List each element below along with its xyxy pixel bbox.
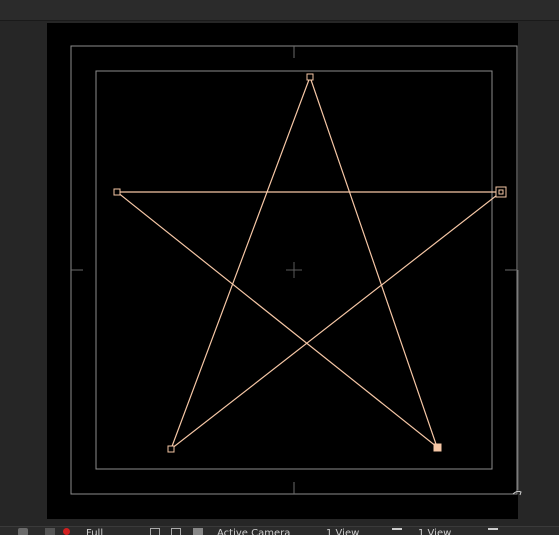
snapshot-icon[interactable] xyxy=(18,528,28,535)
vertex-handle-right[interactable] xyxy=(495,186,507,198)
vertex-handle-bottom-right[interactable] xyxy=(433,443,442,452)
grid-icon[interactable] xyxy=(171,528,181,535)
color-dot-icon[interactable] xyxy=(63,528,70,535)
viewer-overlay xyxy=(70,45,522,496)
views-dropdown-2[interactable]: 1 View xyxy=(418,527,451,535)
vertex-handle-bottom-left[interactable] xyxy=(167,445,175,453)
magnification-dropdown[interactable]: Full xyxy=(86,527,103,535)
star-path[interactable] xyxy=(115,76,503,451)
active-camera-dropdown[interactable]: Active Camera xyxy=(217,527,290,535)
center-crosshair-icon xyxy=(286,262,302,278)
vertex-handle-top[interactable] xyxy=(306,73,314,81)
views-dropdown[interactable]: 1 View xyxy=(326,527,359,535)
vertex-handle-left[interactable] xyxy=(113,188,121,196)
views-arrows-icon[interactable] xyxy=(392,528,402,535)
transparency-icon[interactable] xyxy=(193,528,203,535)
camera-icon[interactable] xyxy=(45,528,55,535)
views-arrows-icon[interactable] xyxy=(488,528,498,535)
composition-viewer-window: Full Active Camera 1 View 1 View xyxy=(0,0,559,535)
viewer-bottom-toolbar: Full Active Camera 1 View 1 View xyxy=(0,526,559,535)
resolution-icon[interactable] xyxy=(150,528,160,535)
